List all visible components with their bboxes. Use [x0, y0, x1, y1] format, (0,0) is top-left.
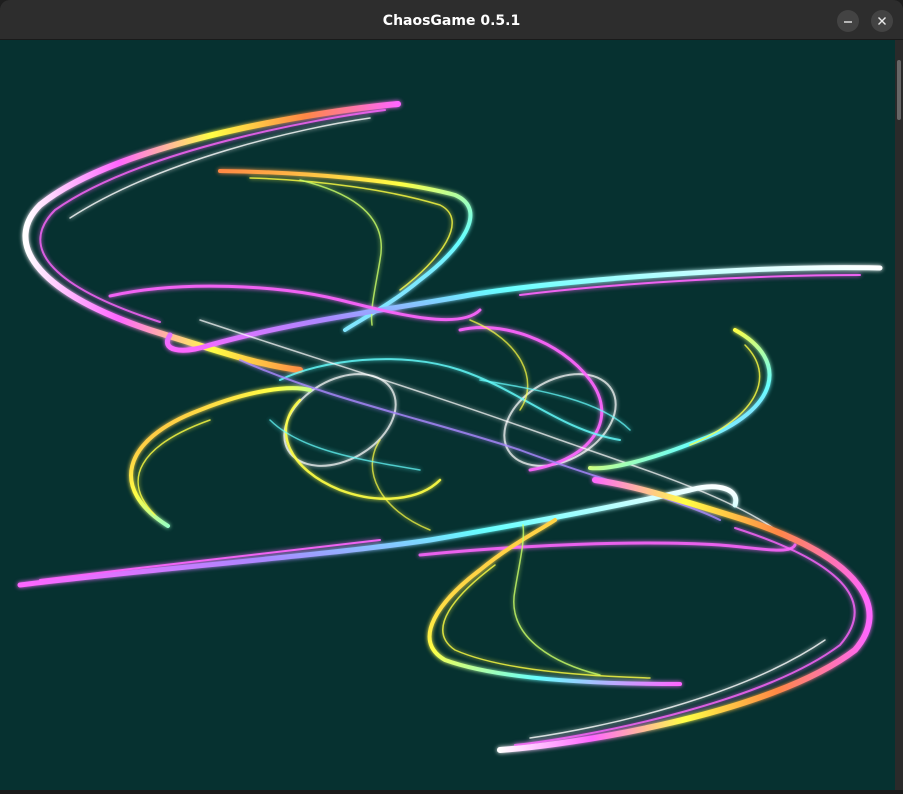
fractal-stroke [165, 265, 883, 353]
close-icon [878, 17, 886, 25]
fractal-stroke [514, 527, 856, 746]
window-title: ChaosGame 0.5.1 [382, 13, 521, 29]
scrollbar-thumb[interactable] [897, 60, 901, 120]
close-button[interactable] [871, 10, 893, 32]
fractal-stroke [299, 179, 383, 326]
fractal-stroke [137, 419, 211, 516]
title-bar[interactable]: ChaosGame 0.5.1 [0, 0, 903, 40]
fractal-stroke [218, 169, 473, 332]
fractal-stroke [284, 398, 442, 500]
fractal-stroke [519, 274, 861, 296]
fractal-stroke [39, 109, 386, 323]
minimize-button[interactable] [837, 10, 859, 32]
fractal-stroke [371, 439, 431, 531]
fractal-stroke [458, 325, 604, 472]
minimize-icon [844, 21, 852, 23]
fractal-stroke [588, 328, 772, 471]
fractal-stroke [249, 177, 453, 291]
fractal-canvas[interactable] [0, 40, 895, 790]
fractal-stroke [442, 564, 651, 679]
fractal-stroke [39, 539, 381, 581]
fractal-stroke [129, 386, 312, 528]
fractal-stroke [239, 359, 721, 521]
app-window: ChaosGame 0.5.1 [0, 0, 903, 794]
window-bottom-border [0, 790, 903, 794]
vertical-scrollbar[interactable] [895, 40, 903, 790]
fractal-image [17, 101, 883, 753]
fractal-stroke [418, 541, 797, 557]
